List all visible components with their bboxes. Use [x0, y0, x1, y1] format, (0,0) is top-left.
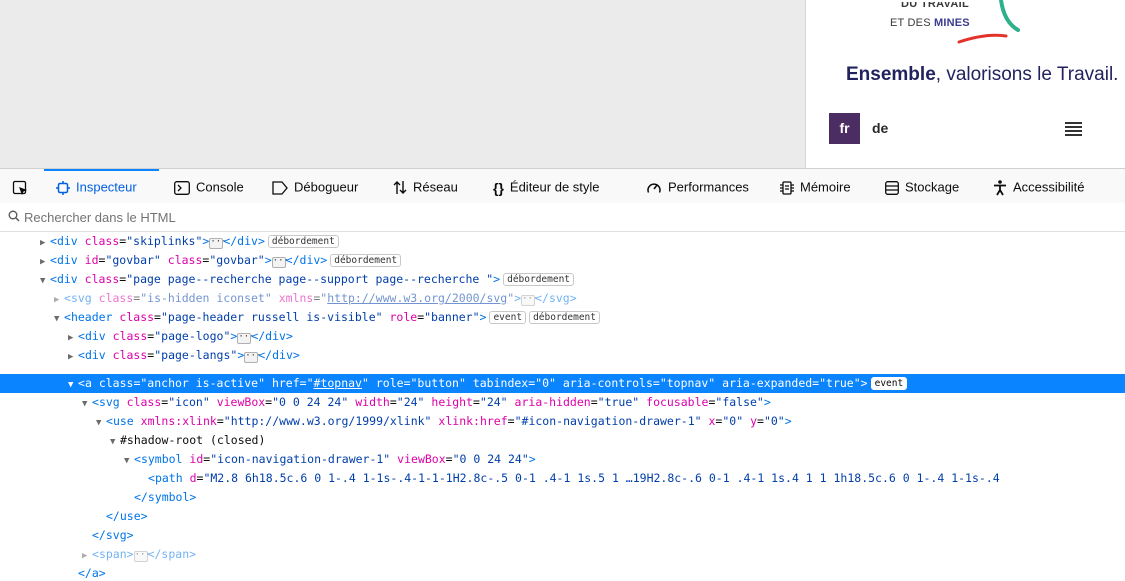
- tree-node-shadow-root[interactable]: ▼ #shadow-root (closed): [0, 431, 1125, 450]
- tab-accessibility[interactable]: Accessibilité: [993, 169, 1085, 203]
- menu-icon[interactable]: [1065, 122, 1082, 136]
- overflow-badge[interactable]: débordement: [503, 273, 575, 286]
- markup-tree: ▶ <div class="skiplinks">···</div> déborde…: [0, 231, 1125, 581]
- overflow-badge[interactable]: débordement: [267, 235, 339, 248]
- tab-style-editor-label: Éditeur de style: [509, 179, 600, 195]
- tab-accessibility-label: Accessibilité: [1013, 179, 1085, 195]
- tab-inspector-label: Inspecteur: [76, 179, 137, 195]
- tree-node-govbar[interactable]: ▶ <div id="govbar" class="govbar">···</di…: [0, 251, 1125, 270]
- collapsed-children-button[interactable]: ···: [271, 257, 289, 268]
- tree-node-symbol-close[interactable]: </symbol>: [0, 488, 1125, 507]
- search-html-input[interactable]: [22, 208, 426, 226]
- tab-memory[interactable]: Mémoire: [780, 169, 851, 203]
- tab-console-label: Console: [196, 179, 244, 195]
- tab-storage-label: Stockage: [905, 179, 960, 195]
- logo-text-top: DU TRAVAIL: [901, 2, 969, 10]
- tab-style-editor[interactable]: {} Éditeur de style: [493, 169, 600, 203]
- network-icon: [393, 181, 407, 195]
- tree-node-anchor-close[interactable]: </a>: [0, 564, 1125, 581]
- tab-performance[interactable]: Performances: [646, 169, 749, 203]
- tree-node-use-close[interactable]: </use>: [0, 507, 1125, 526]
- logo-text-bottom: ET DES MINES: [890, 17, 970, 29]
- tab-storage[interactable]: Stockage: [885, 169, 959, 203]
- tab-network[interactable]: Réseau: [393, 169, 458, 203]
- console-icon: [174, 180, 190, 195]
- tree-node-page[interactable]: ▼ <div class="page page--recherche page--…: [0, 270, 1125, 289]
- tree-node-skiplinks[interactable]: ▶ <div class="skiplinks">···</div> déborde…: [0, 232, 1125, 251]
- tree-node-anchor-selected[interactable]: ▼ <a class="anchor is-active" href="#topn…: [0, 374, 1125, 393]
- pick-element-icon: [12, 180, 27, 195]
- debugger-icon: [272, 180, 288, 195]
- page-preview: DU TRAVAIL ET DES MINES Ensemble, valori…: [0, 0, 1125, 168]
- lang-fr-button[interactable]: fr: [829, 113, 860, 144]
- expand-toggle-icon[interactable]: ▶: [68, 348, 78, 367]
- tree-node-svg-icon[interactable]: ▼ <svg class="icon" viewBox="0 0 24 24" w…: [0, 393, 1125, 412]
- tagline: Ensemble, valorisons le Travail.: [846, 64, 1119, 85]
- tree-node-page-logo[interactable]: ▶ <div class="page-logo">···</div>: [0, 327, 1125, 346]
- inspector-icon: [56, 180, 70, 195]
- tree-node-symbol[interactable]: ▼ <symbol id="icon-navigation-drawer-1" v…: [0, 450, 1125, 469]
- collapsed-children-button[interactable]: ···: [209, 238, 227, 249]
- tab-network-label: Réseau: [413, 179, 458, 195]
- memory-icon: [780, 180, 794, 195]
- tab-debugger-label: Débogueur: [294, 179, 359, 195]
- tree-node-span[interactable]: ▶ <span>···</span>: [0, 545, 1125, 564]
- storage-icon: [885, 180, 899, 195]
- search-icon: [8, 210, 20, 222]
- search-bar: [0, 203, 1125, 232]
- event-badge[interactable]: event: [489, 311, 527, 324]
- tree-node-svg-iconset[interactable]: ▶ <svg class="is-hidden iconset" xmlns="h…: [0, 289, 1125, 308]
- overflow-badge[interactable]: débordement: [529, 311, 600, 324]
- collapsed-children-button[interactable]: ···: [133, 551, 151, 562]
- accessibility-icon: [994, 179, 1006, 196]
- collapsed-children-button[interactable]: ···: [244, 352, 262, 363]
- mobile-viewport: DU TRAVAIL ET DES MINES Ensemble, valori…: [805, 0, 1125, 168]
- tab-debugger[interactable]: Débogueur: [272, 169, 358, 203]
- tree-node-page-langs[interactable]: ▶ <div class="page-langs">···</div>: [0, 346, 1125, 365]
- collapsed-children-button[interactable]: ···: [237, 333, 255, 344]
- lang-de-button[interactable]: de: [872, 120, 888, 136]
- performance-icon: [647, 182, 661, 193]
- tab-inspector[interactable]: Inspecteur: [56, 169, 137, 203]
- tab-console[interactable]: Console: [174, 169, 244, 203]
- devtools-toolbar: Inspecteur Console Débogueur Réseau {} Éd…: [0, 168, 1125, 204]
- tree-node-use[interactable]: ▼ <use xmlns:xlink="http://www.w3.org/199…: [0, 412, 1125, 431]
- tree-node-header[interactable]: ▼ <header class="page-header russell is-v…: [0, 308, 1125, 327]
- collapsed-children-button[interactable]: ···: [521, 295, 538, 306]
- tab-memory-label: Mémoire: [800, 179, 851, 195]
- overflow-badge[interactable]: débordement: [330, 254, 402, 267]
- tree-node-svg-close[interactable]: </svg>: [0, 526, 1125, 545]
- tree-node-path[interactable]: <path d="M2.8 6h18.5c.6 0 1-.4 1-1s-.4-1…: [0, 469, 1125, 488]
- event-badge[interactable]: event: [870, 377, 908, 390]
- tab-performance-label: Performances: [668, 179, 749, 195]
- element-picker-button[interactable]: [12, 169, 34, 203]
- style-editor-icon: {}: [493, 179, 504, 196]
